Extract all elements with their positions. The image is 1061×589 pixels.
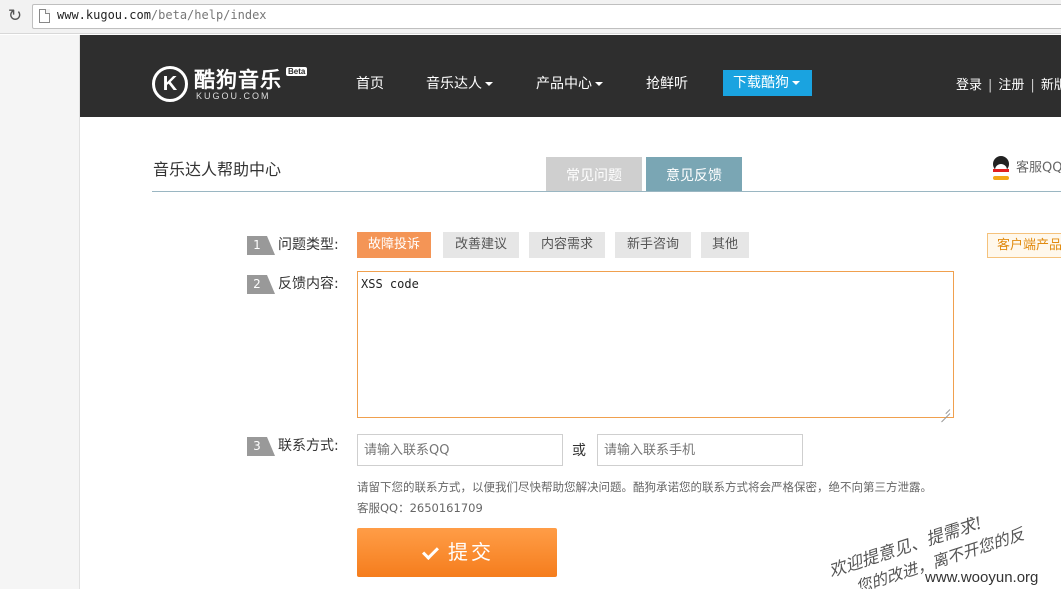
- url-text: www.kugou.com/beta/help/index: [57, 8, 267, 22]
- logo-subtext: KUGOU.COM: [196, 91, 271, 101]
- nav-preview[interactable]: 抢鲜听: [646, 73, 688, 93]
- type-beginner-question[interactable]: 新手咨询: [615, 232, 691, 258]
- page-icon: [39, 9, 50, 23]
- browser-toolbar: ↻ www.kugou.com/beta/help/index: [0, 0, 1061, 34]
- feedback-textarea[interactable]: XSS code: [357, 271, 954, 418]
- logo-k-icon: K: [152, 66, 188, 102]
- url-path: /beta/help/index: [150, 8, 267, 22]
- type-fault-complaint[interactable]: 故障投诉: [357, 232, 431, 258]
- qq-penguin-icon: [990, 156, 1012, 180]
- or-text: 或: [572, 443, 586, 459]
- feedback-content-label: 反馈内容:: [278, 276, 339, 292]
- separator: |: [988, 78, 993, 93]
- page-title: 音乐达人帮助中心: [153, 160, 282, 179]
- kugou-logo[interactable]: K 酷狗音乐 KUGOU.COM Beta: [152, 66, 327, 106]
- beta-badge: Beta: [286, 67, 308, 76]
- user-links: 登录 | 注册 | 新版: [956, 74, 1061, 93]
- nav-download-label: 下载酷狗: [733, 75, 789, 91]
- new-version-link[interactable]: 新版: [1041, 78, 1061, 93]
- separator: |: [1030, 78, 1035, 93]
- submit-button[interactable]: 提交: [357, 528, 557, 577]
- contact-label: 联系方式:: [278, 438, 339, 454]
- qq-service-label: 客服QQ: [1016, 160, 1061, 176]
- step-number: 1: [247, 236, 275, 255]
- nav-download-button[interactable]: 下载酷狗: [723, 70, 812, 96]
- contact-privacy-note: 请留下您的联系方式，以便我们尽快帮助您解决问题。酷狗承诺您的联系方式将会严格保密…: [357, 480, 932, 494]
- nav-products[interactable]: 产品中心: [536, 73, 603, 93]
- type-other[interactable]: 其他: [701, 232, 749, 258]
- site-watermark: www.wooyun.org: [925, 569, 1039, 586]
- nav-music-expert[interactable]: 音乐达人: [426, 73, 493, 93]
- client-product-tag[interactable]: 客户端产品: [987, 233, 1061, 258]
- nav-home[interactable]: 首页: [356, 73, 384, 93]
- step-number: 2: [247, 275, 275, 294]
- tab-faq[interactable]: 常见问题: [546, 157, 642, 192]
- type-improvement[interactable]: 改善建议: [443, 232, 519, 258]
- resize-grip-icon[interactable]: [941, 405, 951, 415]
- address-bar[interactable]: www.kugou.com/beta/help/index: [32, 4, 1061, 29]
- logo-text: 酷狗音乐: [194, 68, 282, 92]
- nav-music-expert-label: 音乐达人: [426, 76, 482, 92]
- tab-feedback[interactable]: 意见反馈: [646, 157, 742, 192]
- problem-type-label: 问题类型:: [278, 237, 339, 253]
- step-number: 3: [247, 437, 275, 456]
- site-header: K 酷狗音乐 KUGOU.COM Beta 首页 音乐达人 产品中心 抢鲜听 下…: [80, 35, 1061, 117]
- qq-input[interactable]: [357, 434, 563, 466]
- caret-down-icon: [485, 82, 493, 86]
- url-host: www.kugou.com: [57, 8, 151, 22]
- left-gutter: [0, 35, 80, 589]
- nav-products-label: 产品中心: [536, 76, 592, 92]
- tab-divider: [152, 191, 1061, 192]
- qq-service-link[interactable]: 客服QQ: [990, 156, 1061, 180]
- check-icon: [420, 545, 438, 563]
- register-link[interactable]: 注册: [998, 78, 1024, 93]
- submit-label: 提交: [448, 540, 494, 564]
- reload-icon[interactable]: ↻: [4, 5, 26, 27]
- phone-input[interactable]: [597, 434, 803, 466]
- type-content-request[interactable]: 内容需求: [529, 232, 605, 258]
- caret-down-icon: [792, 81, 800, 85]
- caret-down-icon: [595, 82, 603, 86]
- login-link[interactable]: 登录: [956, 78, 982, 93]
- service-qq-note: 客服QQ：2650161709: [357, 501, 483, 515]
